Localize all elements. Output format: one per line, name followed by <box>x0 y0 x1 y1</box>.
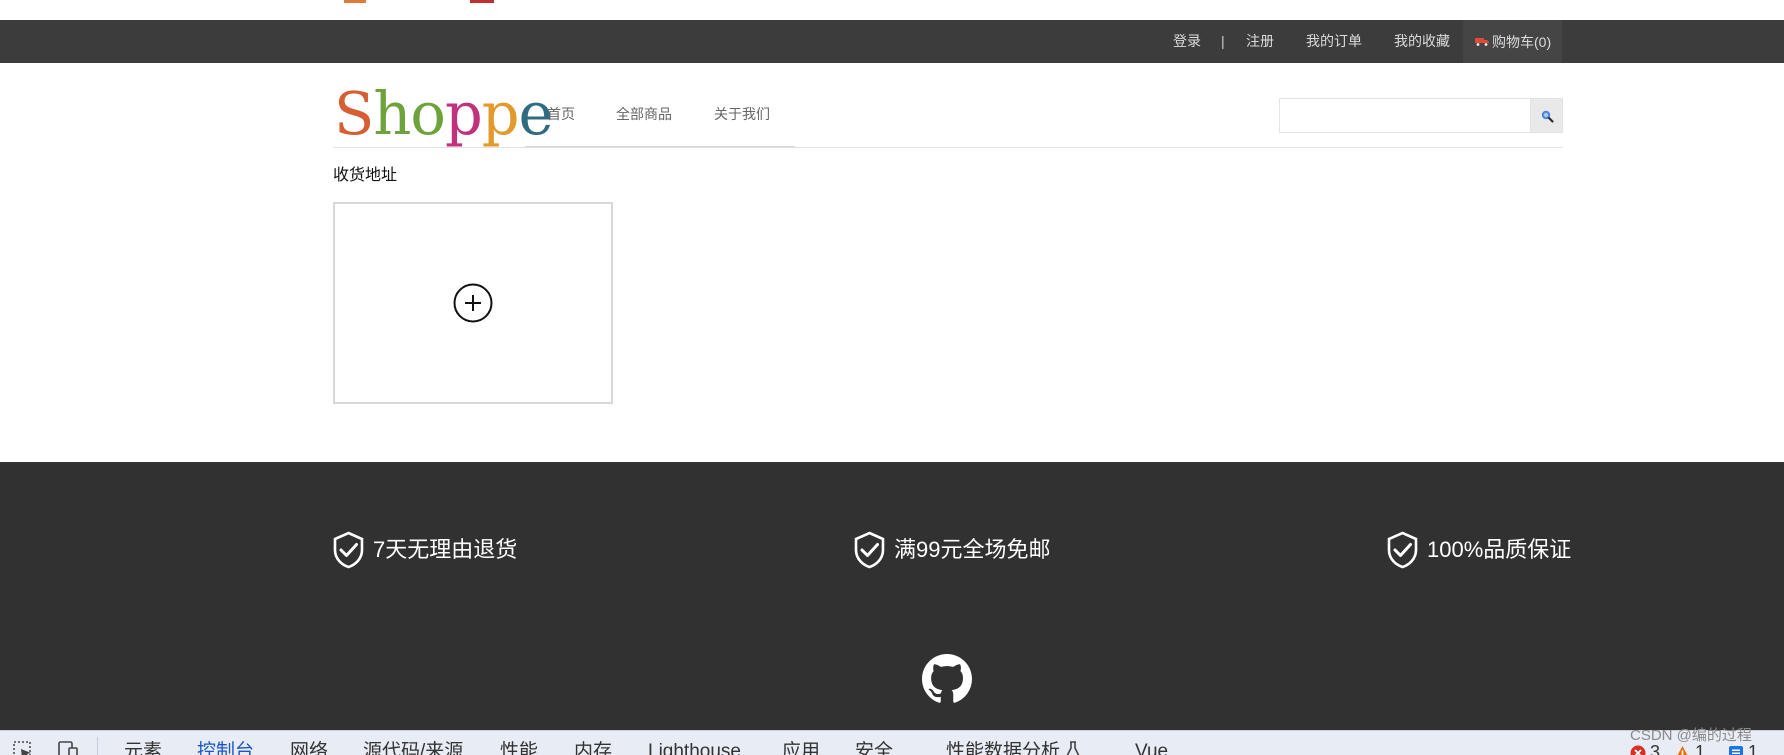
devtools-tab-network[interactable]: 网络 <box>290 740 328 755</box>
inspect-element-icon[interactable] <box>13 741 35 755</box>
logo-letter: p <box>481 79 520 148</box>
shield-check-icon <box>1387 531 1418 569</box>
partial-element-red <box>470 0 494 3</box>
message-icon <box>1729 745 1743 755</box>
logo-letter: S <box>334 79 374 148</box>
add-address-card[interactable] <box>333 202 613 404</box>
promise-text: 7天无理由退货 <box>373 537 518 562</box>
promise-returns: 7天无理由退货 <box>333 530 517 570</box>
logo-letter: o <box>410 79 446 148</box>
cart-link[interactable]: 购物车(0) <box>1463 20 1562 63</box>
my-favorites-link[interactable]: 我的收藏 <box>1394 20 1450 63</box>
top-partial-strip <box>0 0 1784 20</box>
search-button[interactable] <box>1531 98 1563 133</box>
promise-text: 满99元全场免邮 <box>894 537 1051 562</box>
flask-icon <box>1066 741 1080 755</box>
nav-home[interactable]: 首页 <box>547 104 575 124</box>
devtools-tab-elements[interactable]: 元素 <box>124 740 162 755</box>
footer <box>0 462 1784 730</box>
devtools-tab-performance-insights[interactable]: 性能数据分析 <box>946 740 1060 755</box>
nav-all-products[interactable]: 全部商品 <box>616 104 672 124</box>
devtools-separator <box>97 737 98 755</box>
shoppe-logo[interactable]: Shoppe <box>334 78 553 150</box>
devtools-tab-security[interactable]: 安全 <box>855 740 893 755</box>
search-icon <box>1541 110 1554 123</box>
truck-icon <box>1475 38 1489 46</box>
watermark: CSDN @编的过程 <box>1630 727 1752 744</box>
devtools-tab-memory[interactable]: 内存 <box>574 740 612 755</box>
warning-icon <box>1677 745 1688 755</box>
search-field-wrap <box>1279 98 1531 133</box>
search-input[interactable] <box>1280 99 1530 132</box>
promise-text: 100%品质保证 <box>1427 537 1572 562</box>
error-icon <box>1630 745 1646 755</box>
devtools-tab-console[interactable]: 控制台 <box>197 740 254 755</box>
partial-element-orange <box>344 0 366 3</box>
logo-letter: h <box>373 79 411 148</box>
devtools-tab-sources[interactable]: 源代码/来源 <box>363 740 463 755</box>
devtools-tab-lighthouse[interactable]: Lighthouse <box>648 740 741 755</box>
device-toolbar-icon[interactable] <box>57 741 79 755</box>
my-orders-link[interactable]: 我的订单 <box>1306 20 1362 63</box>
devtools-tab-vue[interactable]: Vue <box>1135 740 1168 755</box>
cart-label: 购物车(0) <box>1492 33 1552 50</box>
nav-about-us[interactable]: 关于我们 <box>714 104 770 124</box>
page-title: 收货地址 <box>333 167 398 184</box>
header-divider <box>333 147 1563 148</box>
plus-circle-icon <box>453 283 493 323</box>
devtools-tab-performance[interactable]: 性能 <box>500 740 538 755</box>
promise-free-shipping: 满99元全场免邮 <box>854 530 1050 570</box>
promise-quality: 100%品质保证 <box>1387 530 1571 570</box>
shield-check-icon <box>854 531 885 569</box>
logo-letter: p <box>444 79 483 148</box>
top-bar: 登录 | 注册 我的订单 我的收藏 购物车(0) <box>0 20 1784 63</box>
register-link[interactable]: 注册 <box>1246 20 1274 63</box>
topbar-separator: | <box>1221 33 1225 49</box>
devtools-tab-application[interactable]: 应用 <box>782 740 820 755</box>
devtools-tab-bar: 元素 控制台 网络 源代码/来源 性能 内存 Lighthouse 应用 安全 … <box>0 730 1784 755</box>
shield-check-icon <box>333 531 364 569</box>
github-icon[interactable] <box>922 654 972 704</box>
login-link[interactable]: 登录 <box>1173 20 1201 63</box>
